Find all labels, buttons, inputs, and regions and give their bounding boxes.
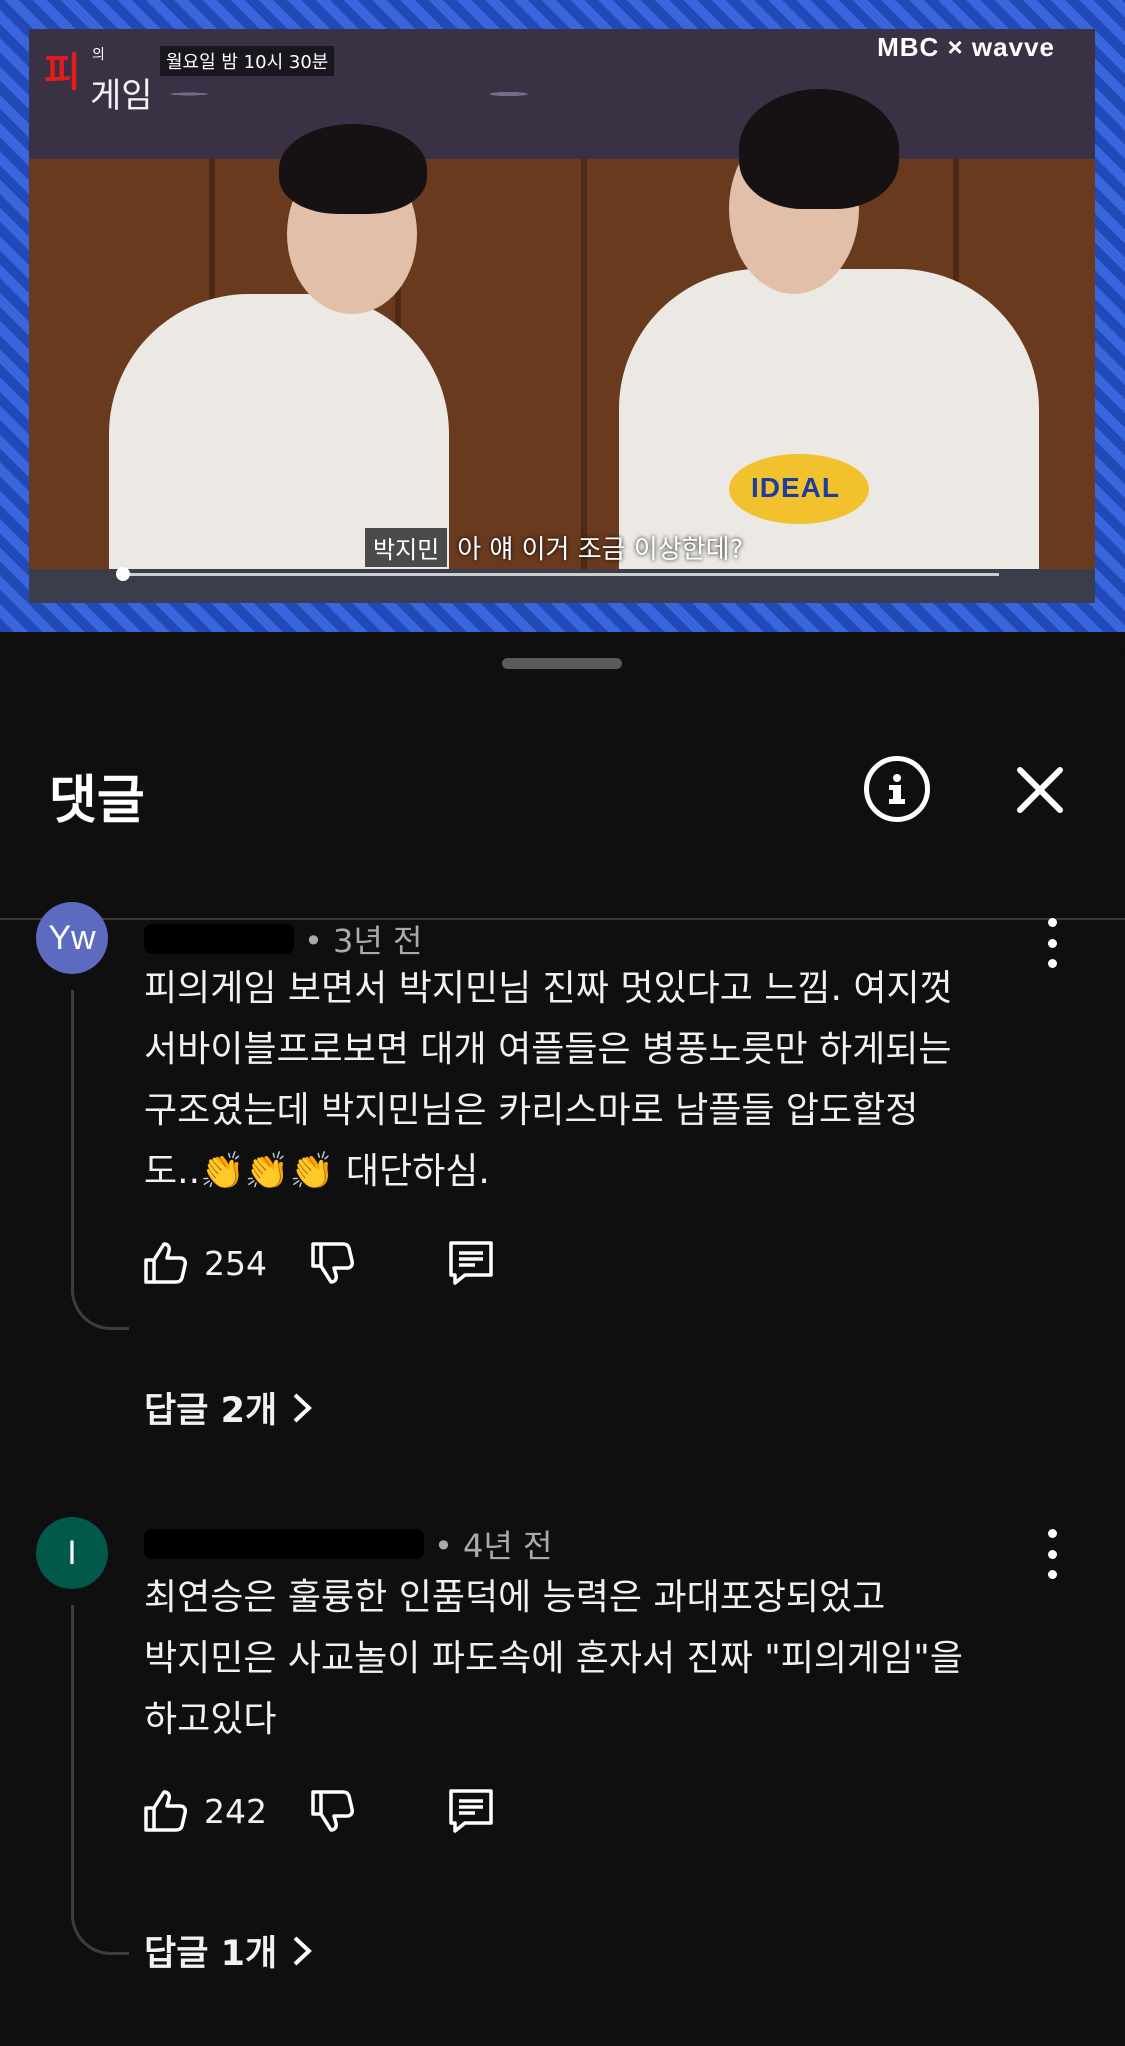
avatar[interactable]: Yw (36, 902, 108, 974)
thumb-up-icon (144, 1790, 187, 1832)
replies-label: 답글 2개 (144, 1391, 278, 1431)
comment-item: I • 4년 전 최연승은 훌륭한 인품덕에 능력은 과대포장되었고 박지민은 … (0, 1517, 1125, 2017)
video-player[interactable]: IDEAL 피 게임 의 월요일 밤 10시 30분 MBC × wavve 박… (0, 0, 1125, 632)
video-frame: IDEAL (29, 29, 1095, 603)
view-replies-button[interactable]: 답글 1개 (144, 1925, 315, 1976)
redacted-username (144, 1529, 424, 1559)
show-logo: 피 게임 의 (44, 47, 153, 116)
thumb-up-icon (144, 1242, 187, 1284)
close-button[interactable] (1012, 762, 1068, 818)
comment-icon (449, 1789, 493, 1833)
like-button[interactable]: 254 (140, 1238, 267, 1288)
comment-meta: • 4년 전 (144, 1521, 552, 1567)
info-icon (889, 774, 905, 804)
like-count: 254 (204, 1243, 267, 1283)
info-button[interactable] (864, 756, 930, 822)
sheet-header: 댓글 (0, 722, 1125, 920)
comment-item: Yw • 3년 전 피의게임 보면서 박지민님 진짜 멋있다고 느낌. 여지껏 … (0, 902, 1125, 1442)
comment-meta: • 3년 전 (144, 916, 422, 962)
comment-text: 최연승은 훌륭한 인품덕에 능력은 과대포장되었고 박지민은 사교놀이 파도속에… (144, 1577, 963, 1740)
thumb-down-icon (311, 1242, 354, 1284)
comments-sheet: 댓글 Yw • 3년 전 피의게임 보면서 박지민님 진짜 멋있다고 느낌. 여… (0, 632, 1125, 2046)
subtitle: 박지민 아 얘 이거 조금 이상한데? (365, 528, 743, 567)
sheet-title: 댓글 (49, 771, 145, 831)
drag-handle[interactable] (502, 658, 622, 669)
like-count: 242 (204, 1791, 267, 1831)
subtitle-text: 아 얘 이거 조금 이상한데? (457, 535, 744, 565)
thumb-down-icon (311, 1790, 354, 1832)
avatar[interactable]: I (36, 1517, 108, 1589)
person-right-hair (739, 89, 899, 209)
chevron-right-icon (293, 1936, 313, 1965)
person-left-hair (279, 124, 427, 214)
replies-label: 답글 1개 (144, 1934, 278, 1974)
like-button[interactable]: 242 (140, 1786, 267, 1836)
dislike-button[interactable] (307, 1238, 357, 1288)
comment-time: • 4년 전 (434, 1527, 553, 1565)
close-icon (1017, 767, 1063, 813)
view-replies-button[interactable]: 답글 2개 (144, 1382, 315, 1433)
chevron-right-icon (293, 1393, 313, 1422)
progress-scrubber[interactable] (116, 567, 130, 581)
reply-button[interactable] (445, 1785, 497, 1837)
thread-line (71, 1605, 129, 1955)
dislike-button[interactable] (307, 1786, 357, 1836)
subtitle-speaker: 박지민 (365, 528, 448, 567)
progress-bar[interactable] (119, 573, 999, 576)
comment-icon (449, 1241, 493, 1285)
airtime-label: 월요일 밤 10시 30분 (160, 46, 335, 76)
comment-time: • 3년 전 (304, 922, 423, 960)
comment-text: 피의게임 보면서 박지민님 진짜 멋있다고 느낌. 여지껏 서바이블프로보면 대… (144, 968, 953, 1192)
comment-actions: 254 (140, 1237, 497, 1289)
redacted-username (144, 924, 294, 954)
thread-line (71, 990, 129, 1330)
comment-actions: 242 (140, 1785, 497, 1837)
shirt-logo: IDEAL (729, 454, 869, 524)
reply-button[interactable] (445, 1237, 497, 1289)
brand-logo: MBC × wavve (877, 32, 1055, 62)
